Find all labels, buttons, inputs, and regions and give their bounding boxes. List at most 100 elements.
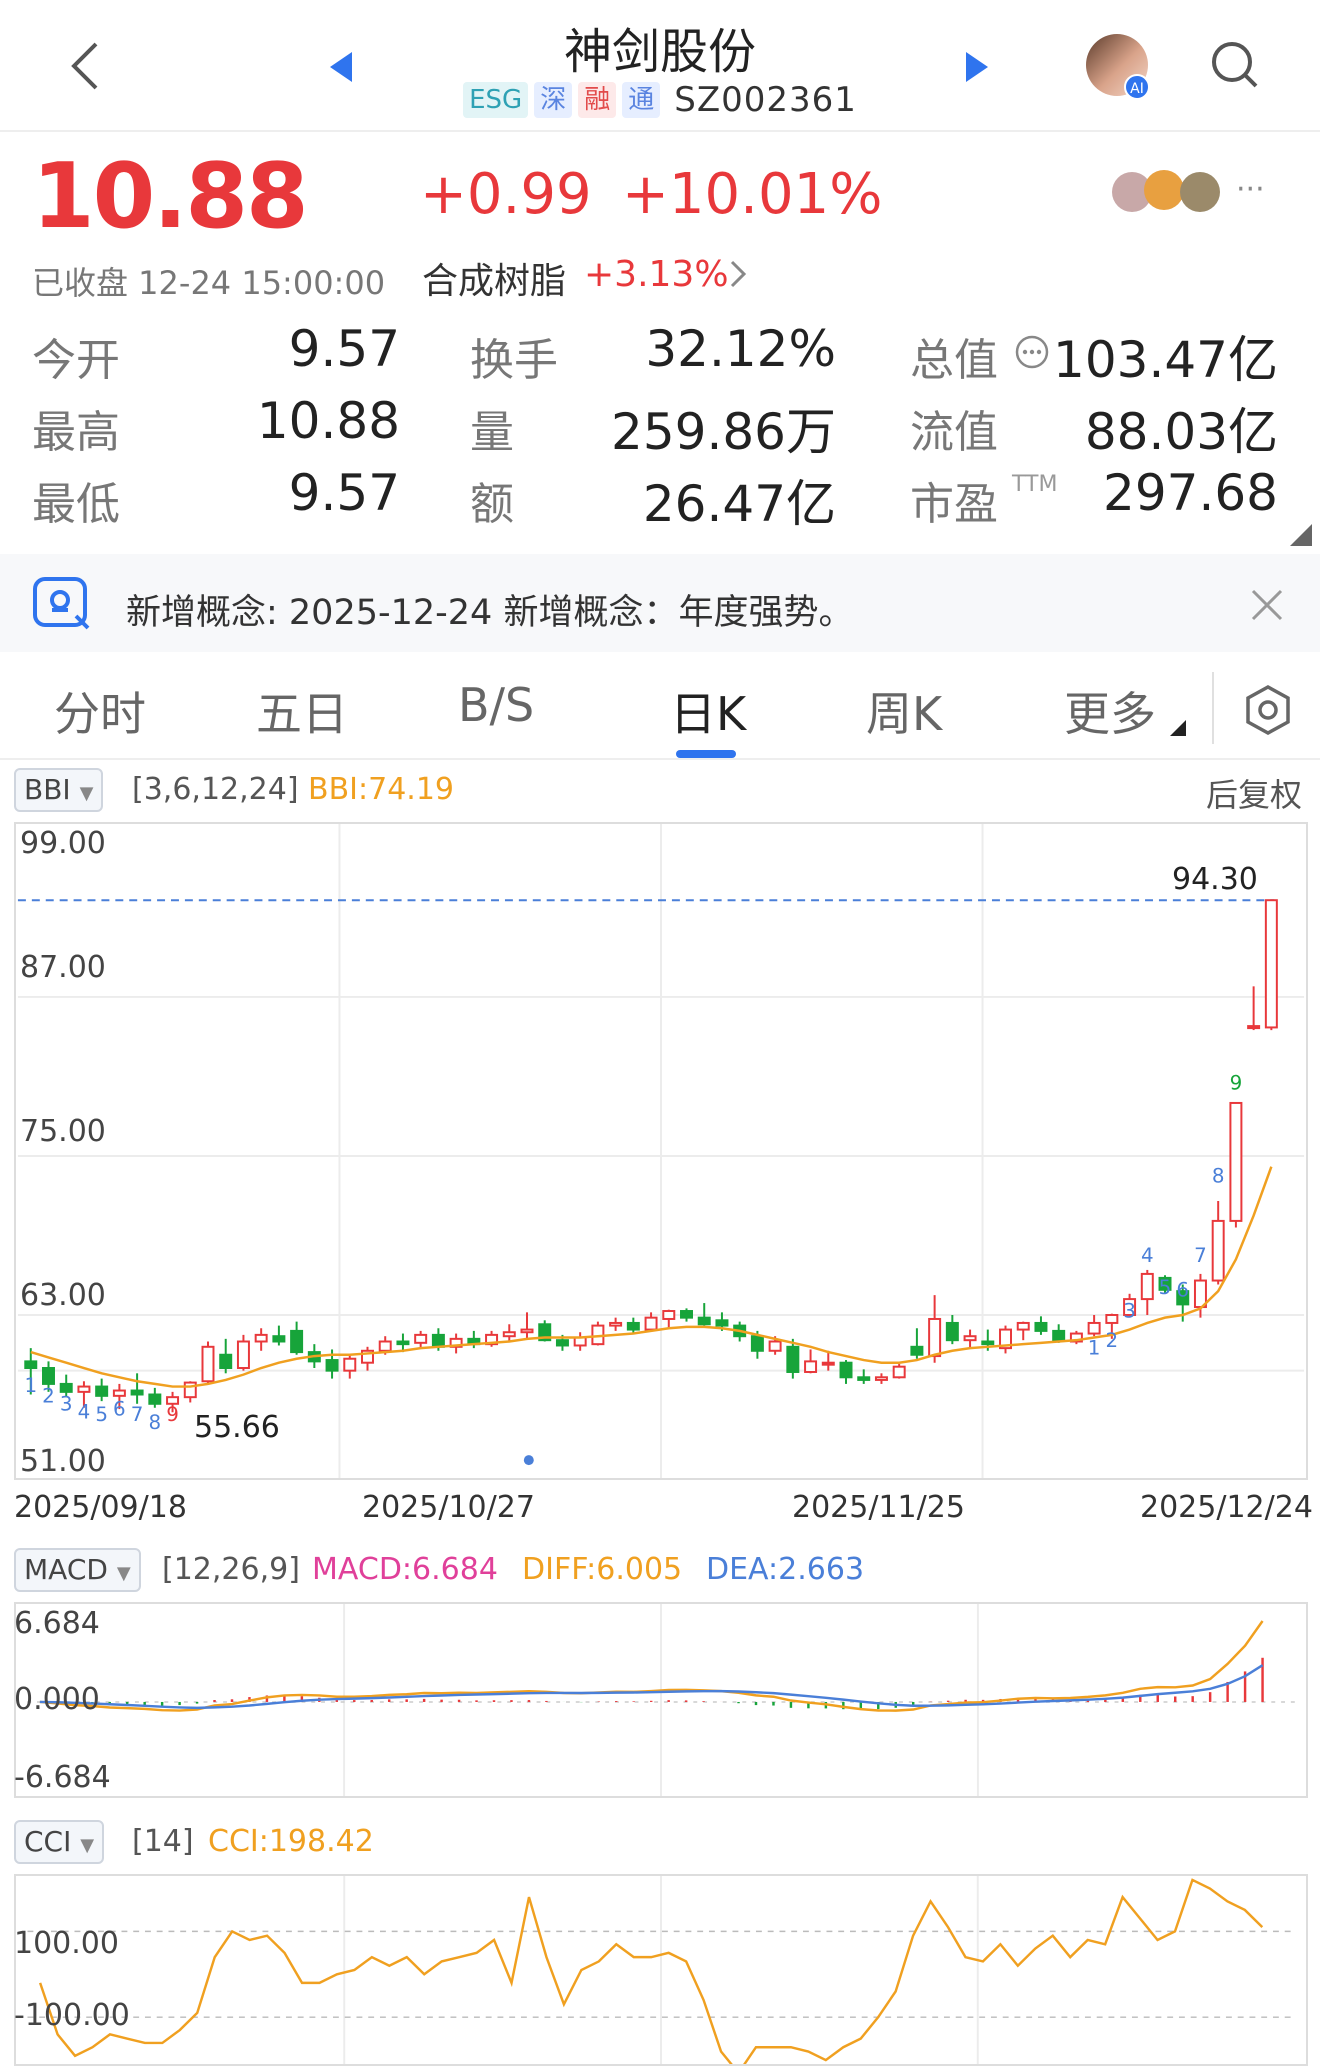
notice-icon <box>33 577 90 630</box>
high-label: 最高 <box>32 407 120 458</box>
adjust-mode[interactable]: 后复权 <box>1206 770 1302 816</box>
tab-more[interactable]: 更多 <box>1064 678 1156 744</box>
cci-indicator-dropdown[interactable]: CCI ▼ <box>14 1820 105 1864</box>
td-sequence-marker: 3 <box>1123 1300 1136 1323</box>
close-icon[interactable] <box>1250 588 1284 622</box>
kline-y-label: 99.00 <box>20 826 106 861</box>
high-value: 10.88 <box>256 392 400 450</box>
candle-body <box>219 1353 233 1369</box>
candle-body <box>644 1316 658 1331</box>
macd-chart[interactable] <box>14 1602 1308 1798</box>
settings-icon[interactable] <box>1244 684 1292 736</box>
td-sequence-marker: 5 <box>1159 1276 1172 1299</box>
candle-body <box>95 1385 109 1397</box>
td-sequence-marker: 4 <box>1141 1244 1154 1267</box>
info-dots-icon[interactable] <box>1014 334 1050 370</box>
bbi-value: BBI:74.19 <box>308 772 455 807</box>
diff-line <box>39 1620 1264 1712</box>
kline-chart[interactable]: 1 2 3 4 5 6 7 8 91 2345 6789 <box>14 822 1308 1480</box>
cci-value: CCI:198.42 <box>208 1824 374 1859</box>
tag-esg[interactable]: ESG <box>463 82 529 118</box>
candle-body <box>1264 899 1278 1029</box>
user-avatar[interactable] <box>1144 170 1184 210</box>
header: 神剑股份 ESG 深 融 通 SZ002361 AI <box>0 0 1320 132</box>
tab-bs[interactable]: B/S <box>458 678 534 732</box>
td-sequence-marker: 5 <box>95 1403 108 1426</box>
open-value: 9.57 <box>288 320 400 378</box>
candle-body <box>857 1376 871 1381</box>
notice-text[interactable]: 新增概念: 2025-12-24 新增概念：年度强势。 <box>126 584 853 635</box>
td-sequence-marker: 6 <box>113 1398 126 1421</box>
next-stock-icon[interactable] <box>964 50 990 84</box>
candle-body <box>24 1360 38 1370</box>
pe-value: 297.68 <box>1103 464 1278 522</box>
kline-y-label: 87.00 <box>20 950 106 985</box>
candle-body <box>1140 1272 1154 1301</box>
tab-minute[interactable]: 分时 <box>54 678 146 744</box>
kline-y-label: 75.00 <box>20 1114 106 1149</box>
cci-chart[interactable] <box>14 1874 1308 2066</box>
candle-body <box>343 1357 357 1372</box>
tab-bottom-border <box>0 758 1320 760</box>
volume-value: 259.86万 <box>611 403 836 461</box>
sector-pct[interactable]: +3.13% <box>584 254 729 295</box>
chevron-right-icon[interactable] <box>728 258 748 290</box>
candle-body <box>272 1335 286 1343</box>
candle-body <box>662 1310 676 1320</box>
td-sequence-marker: 9 <box>166 1403 179 1426</box>
price-change: +0.99 <box>420 162 592 227</box>
candle-body <box>609 1321 623 1327</box>
td-sequence-marker: 9 <box>1230 1072 1243 1095</box>
tab-five-day[interactable]: 五日 <box>256 678 348 744</box>
candle-body <box>254 1333 268 1343</box>
chevron-down-icon: ▼ <box>116 1563 131 1584</box>
candle-body <box>236 1340 250 1370</box>
date-tick: 2025/09/18 <box>14 1490 187 1525</box>
sector-name[interactable]: 合成树脂 <box>422 252 566 304</box>
tab-underline <box>676 750 736 758</box>
candle-body <box>42 1367 55 1385</box>
tab-day-k[interactable]: 日K <box>670 678 746 744</box>
candle-body <box>414 1333 428 1344</box>
bbi-indicator-dropdown[interactable]: BBI ▼ <box>14 768 104 812</box>
low-value: 9.57 <box>288 464 400 522</box>
bbi-indicator-label: BBI <box>24 773 71 806</box>
search-icon[interactable] <box>1210 40 1260 90</box>
candle-body <box>804 1360 818 1373</box>
candle-body <box>981 1340 995 1346</box>
candle-body <box>325 1359 339 1372</box>
candle-body <box>892 1365 906 1379</box>
candle-body <box>520 1328 534 1334</box>
chevron-down-icon: ▼ <box>80 1835 95 1856</box>
kline-min-label: 55.66 <box>194 1410 280 1445</box>
candle-body <box>928 1317 942 1358</box>
volume-label: 量 <box>470 407 514 458</box>
event-dot <box>523 1455 534 1466</box>
candle-body <box>290 1329 304 1354</box>
low-label: 最低 <box>32 479 120 530</box>
candle-body <box>130 1389 144 1396</box>
tag-rong: 融 <box>578 82 617 118</box>
amount-label: 额 <box>470 479 514 530</box>
candle-body <box>839 1361 853 1379</box>
date-tick: 2025/11/25 <box>792 1490 965 1525</box>
more-icon[interactable]: ··· <box>1236 172 1265 207</box>
tab-week-k[interactable]: 周K <box>866 678 942 744</box>
candle-body <box>112 1389 126 1397</box>
tag-tong: 通 <box>622 82 661 118</box>
candle-body <box>750 1335 764 1352</box>
open-label: 今开 <box>32 335 120 386</box>
candle-body <box>1052 1329 1066 1342</box>
amount-value: 26.47亿 <box>642 475 836 533</box>
td-sequence-marker: 7 <box>1194 1244 1207 1267</box>
bbi-line <box>30 1166 1273 1388</box>
macd-indicator-dropdown[interactable]: MACD ▼ <box>14 1548 141 1592</box>
macd-y-label: 6.684 <box>14 1606 100 1641</box>
expand-corner-icon[interactable] <box>1290 524 1312 546</box>
candle-body <box>680 1310 693 1319</box>
candle-body <box>697 1316 711 1326</box>
user-avatar[interactable] <box>1180 172 1220 212</box>
stock-code: SZ002361 <box>674 80 857 120</box>
candle-body <box>1247 1025 1261 1030</box>
candle-body <box>963 1335 977 1342</box>
